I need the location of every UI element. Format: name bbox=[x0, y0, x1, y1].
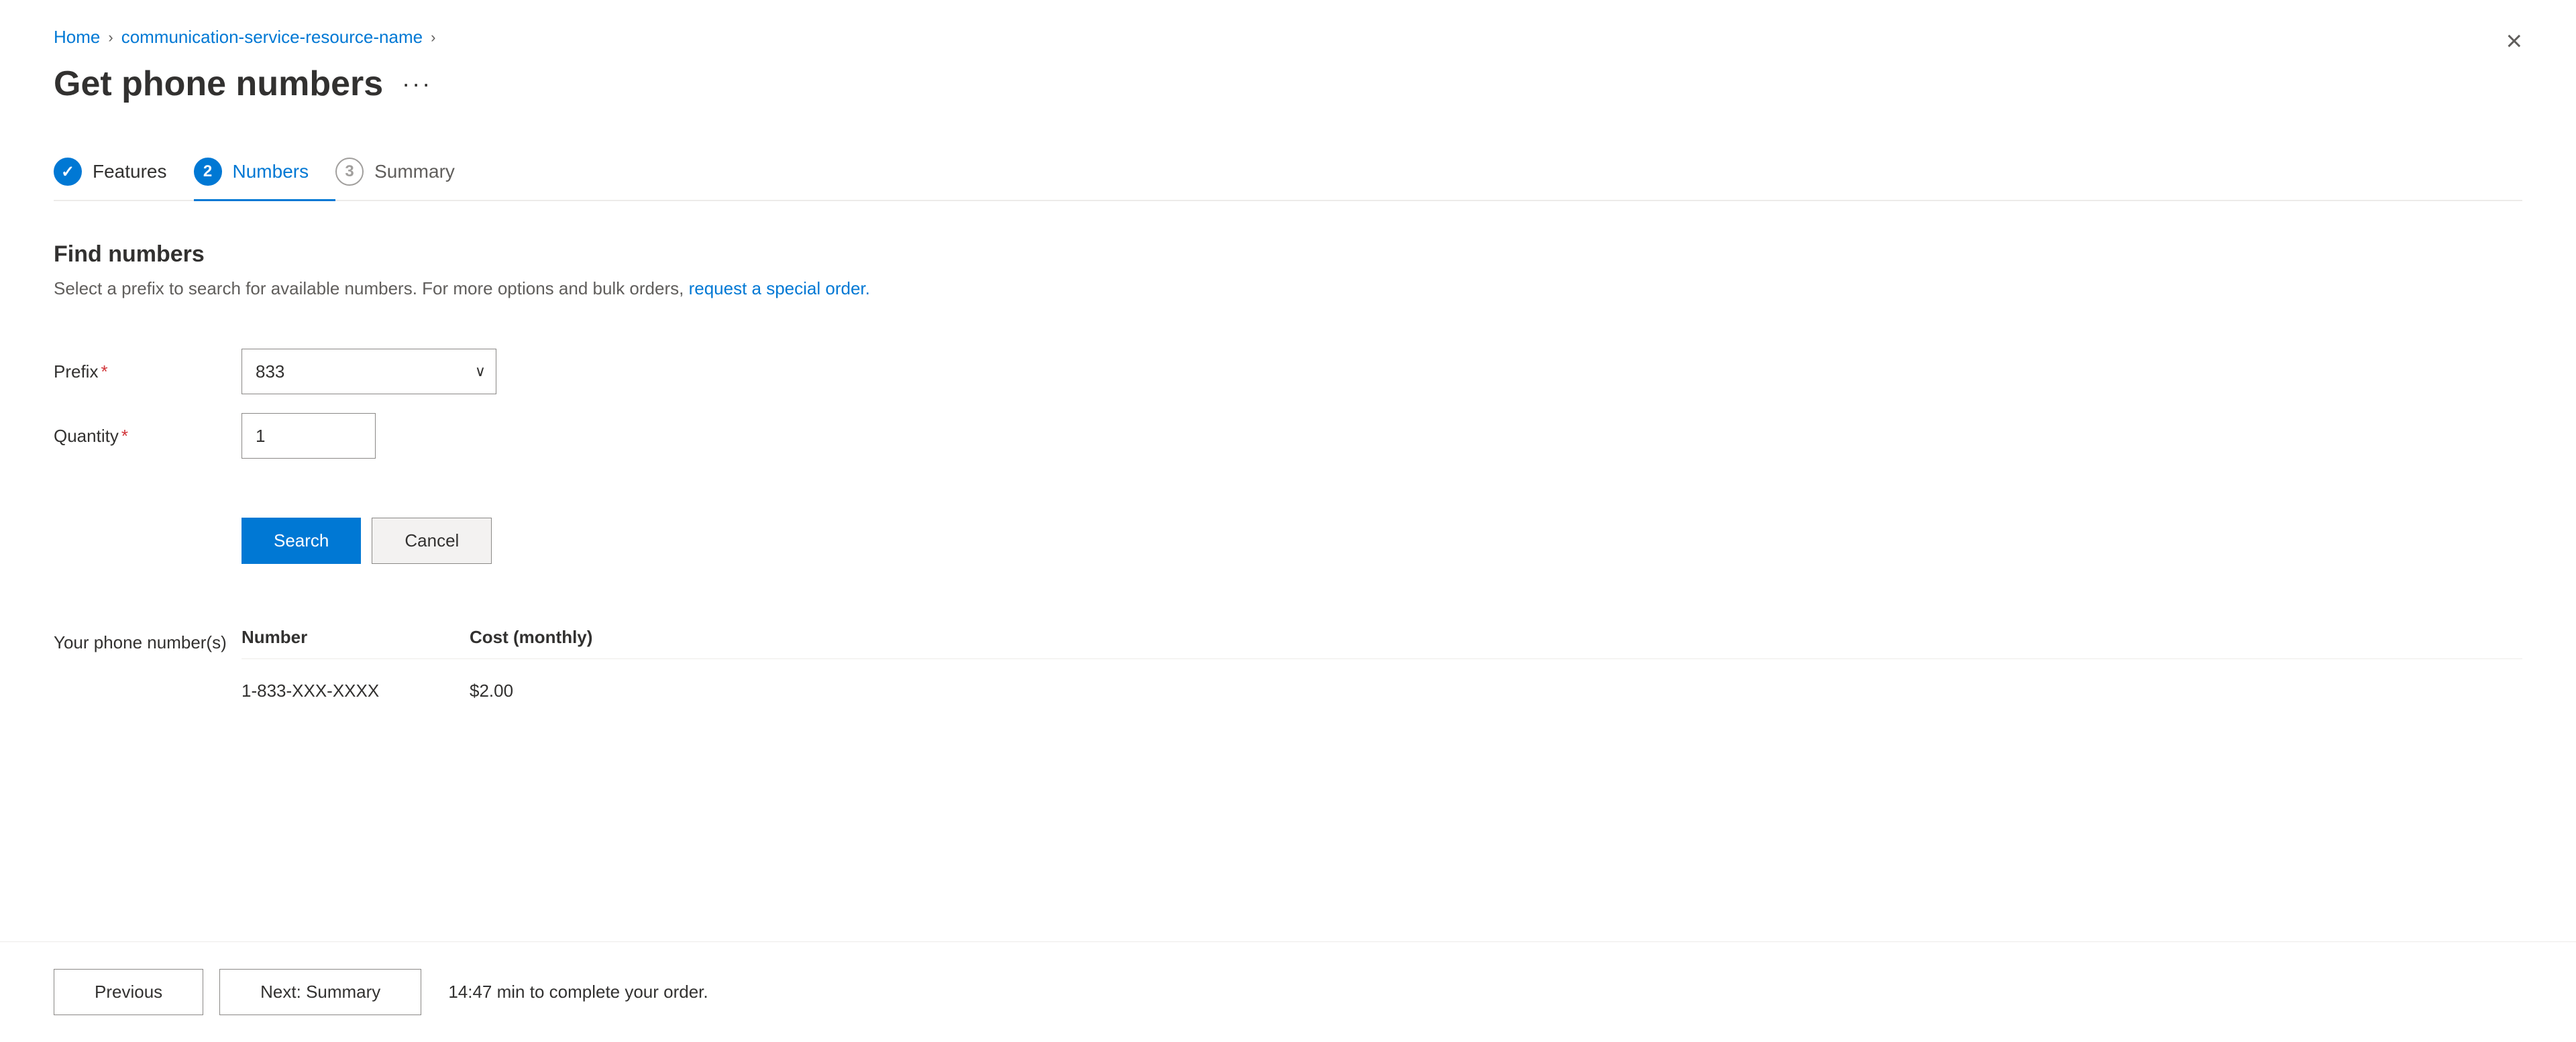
quantity-label: Quantity* bbox=[54, 411, 241, 461]
phone-numbers-section: Your phone number(s) Number Cost (monthl… bbox=[54, 627, 2522, 712]
breadcrumb-separator-1: › bbox=[108, 29, 113, 46]
phone-table-header: Number Cost (monthly) bbox=[241, 627, 2522, 659]
special-order-link[interactable]: request a special order. bbox=[689, 278, 870, 298]
phone-numbers-layout: Your phone number(s) Number Cost (monthl… bbox=[54, 627, 2522, 712]
footer-message: 14:47 min to complete your order. bbox=[448, 982, 708, 1002]
breadcrumb-separator-2: › bbox=[431, 29, 435, 46]
prefix-control: 800 833 844 855 866 877 888 ∨ bbox=[241, 339, 2522, 404]
breadcrumb: Home › communication-service-resource-na… bbox=[54, 27, 2522, 48]
tab-numbers-circle: 2 bbox=[194, 158, 222, 186]
quantity-control bbox=[241, 404, 2522, 468]
tab-numbers-label: Numbers bbox=[233, 161, 309, 182]
breadcrumb-resource[interactable]: communication-service-resource-name bbox=[121, 27, 423, 48]
page-header: Get phone numbers ··· bbox=[54, 64, 2522, 104]
column-number: Number bbox=[241, 627, 470, 648]
tab-features-label: Features bbox=[93, 161, 167, 182]
breadcrumb-home[interactable]: Home bbox=[54, 27, 100, 48]
close-button[interactable]: × bbox=[2506, 27, 2522, 55]
form-buttons: Search Cancel bbox=[241, 508, 2522, 573]
tab-numbers[interactable]: 2 Numbers bbox=[194, 144, 336, 201]
tab-summary[interactable]: 3 Summary bbox=[335, 144, 482, 201]
quantity-input[interactable] bbox=[241, 413, 376, 459]
wizard-tabs: ✓ Features 2 Numbers 3 Summary bbox=[54, 144, 2522, 201]
more-options-button[interactable]: ··· bbox=[396, 67, 437, 101]
table-row: 1-833-XXX-XXXX $2.00 bbox=[241, 670, 2522, 712]
cancel-button[interactable]: Cancel bbox=[372, 518, 492, 564]
find-numbers-description: Select a prefix to search for available … bbox=[54, 278, 2522, 299]
page-title: Get phone numbers bbox=[54, 64, 383, 104]
column-cost: Cost (monthly) bbox=[470, 627, 671, 648]
cell-number: 1-833-XXX-XXXX bbox=[241, 681, 470, 701]
tab-features-circle: ✓ bbox=[54, 158, 82, 186]
prefix-select-wrapper: 800 833 844 855 866 877 888 ∨ bbox=[241, 349, 496, 394]
search-button[interactable]: Search bbox=[241, 518, 361, 564]
previous-button[interactable]: Previous bbox=[54, 969, 203, 1015]
find-numbers-section: Find numbers Select a prefix to search f… bbox=[54, 241, 2522, 712]
prefix-select[interactable]: 800 833 844 855 866 877 888 bbox=[241, 349, 496, 394]
find-numbers-title: Find numbers bbox=[54, 241, 2522, 268]
phone-table: Number Cost (monthly) 1-833-XXX-XXXX $2.… bbox=[241, 627, 2522, 712]
page-footer: Previous Next: Summary 14:47 min to comp… bbox=[0, 941, 2576, 1042]
next-summary-button[interactable]: Next: Summary bbox=[219, 969, 421, 1015]
phone-numbers-label: Your phone number(s) bbox=[54, 627, 241, 712]
tab-summary-label: Summary bbox=[374, 161, 455, 182]
tab-summary-circle: 3 bbox=[335, 158, 364, 186]
form-grid: Prefix* 800 833 844 855 866 877 888 ∨ bbox=[54, 339, 2522, 468]
prefix-label: Prefix* bbox=[54, 347, 241, 397]
cell-cost: $2.00 bbox=[470, 681, 671, 701]
tab-features[interactable]: ✓ Features bbox=[54, 144, 194, 201]
